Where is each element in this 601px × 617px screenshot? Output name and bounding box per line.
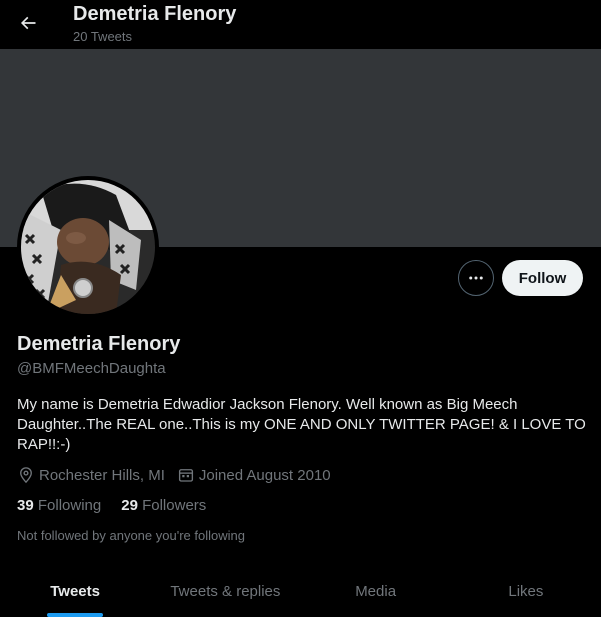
location: Rochester Hills, MI xyxy=(17,466,165,484)
followers-link[interactable]: 29 Followers xyxy=(121,497,206,514)
top-bar: Demetria Flenory 20 Tweets xyxy=(0,0,601,49)
follow-button[interactable]: Follow xyxy=(502,260,583,296)
join-date-text: Joined August 2010 xyxy=(198,466,331,484)
avatar[interactable] xyxy=(17,176,159,318)
profile-tabs: Tweets Tweets & replies Media Likes xyxy=(0,567,601,617)
profile-meta: Rochester Hills, MI Joined August 2010 xyxy=(17,466,343,484)
active-tab-indicator xyxy=(47,613,104,617)
following-label: Following xyxy=(37,497,102,514)
tab-label: Likes xyxy=(508,583,544,600)
profile-handle: @BMFMeechDaughta xyxy=(17,360,166,377)
following-link[interactable]: 39 Following xyxy=(17,497,101,514)
following-count: 39 xyxy=(17,497,34,514)
more-options-button[interactable] xyxy=(458,260,494,296)
tab-likes[interactable]: Likes xyxy=(451,567,601,617)
profile-name: Demetria Flenory xyxy=(17,333,181,355)
back-button[interactable] xyxy=(13,8,43,38)
location-text: Rochester Hills, MI xyxy=(39,466,165,484)
followers-label: Followers xyxy=(142,497,207,514)
not-followed-text: Not followed by anyone you're following xyxy=(17,528,245,543)
followers-count: 29 xyxy=(121,497,138,514)
profile-bio: My name is Demetria Edwadior Jackson Fle… xyxy=(17,396,586,453)
calendar-icon xyxy=(178,469,193,482)
arrow-left-icon xyxy=(20,16,36,30)
header-title: Demetria Flenory xyxy=(73,3,237,25)
tab-label: Tweets & replies xyxy=(170,583,281,600)
join-date: Joined August 2010 xyxy=(177,466,331,484)
tab-media[interactable]: Media xyxy=(301,567,451,617)
tab-tweets-replies[interactable]: Tweets & replies xyxy=(150,567,300,617)
follow-counts: 39 Following 29 Followers xyxy=(17,497,226,514)
tab-label: Media xyxy=(355,583,397,600)
avatar-photo xyxy=(21,180,155,314)
tab-tweets[interactable]: Tweets xyxy=(0,567,150,617)
location-pin-icon xyxy=(20,467,32,484)
more-horizontal-icon xyxy=(469,276,483,280)
tab-label: Tweets xyxy=(50,583,100,600)
tweet-count: 20 Tweets xyxy=(73,29,133,44)
